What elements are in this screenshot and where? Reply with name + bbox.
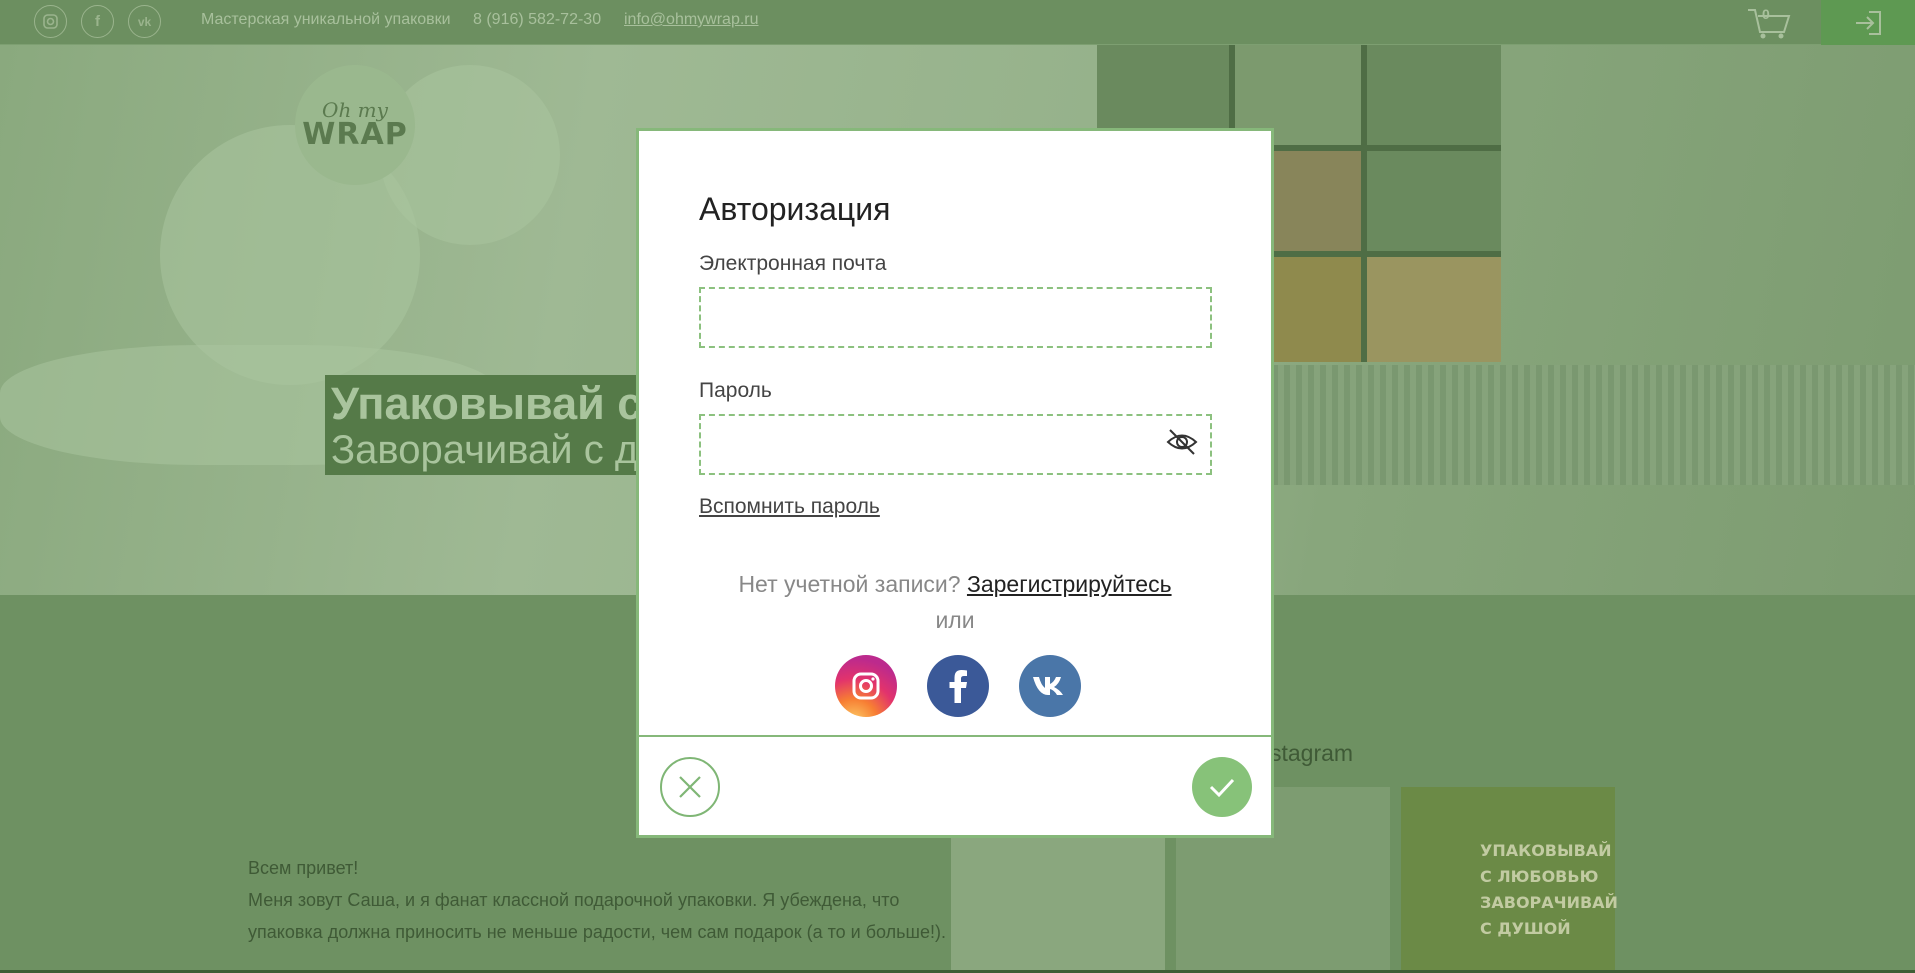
vk-icon: [1033, 677, 1063, 695]
vk-icon[interactable]: vk: [128, 5, 161, 38]
email-field[interactable]: [699, 287, 1212, 348]
email-link[interactable]: info@ohmywrap.ru: [624, 11, 759, 29]
top-bar: f vk Мастерская уникальной упаковки 8 (9…: [0, 0, 1915, 45]
instagram-icon: [852, 672, 880, 700]
modal-title: Авторизация: [699, 191, 891, 227]
register-prompt: Нет учетной записи? Зарегистрируйтесь: [639, 571, 1271, 598]
password-field[interactable]: [699, 414, 1212, 475]
tagline: Мастерская уникальной упаковки: [201, 11, 451, 28]
eye-hidden-icon[interactable]: [1165, 427, 1199, 457]
no-account-text: Нет учетной записи?: [738, 571, 961, 597]
ornament-decoration: [380, 65, 560, 245]
instagram-tile-caption: УПАКОВЫВАЙ С ЛЮБОВЬЮ ЗАВОРАЧИВАЙ С ДУШОЙ: [1480, 841, 1618, 938]
facebook-icon: [949, 670, 967, 703]
about-text: Меня зовут Саша, и я фанат классной пода…: [248, 890, 946, 942]
close-icon: [679, 776, 701, 798]
register-link[interactable]: Зарегистрируйтесь: [967, 571, 1172, 597]
logo-text-bottom: WRAP: [302, 117, 408, 152]
about-greeting: Всем привет!: [248, 858, 359, 878]
slogan-line-2: Заворачивай с д: [331, 428, 639, 472]
modal-footer: [639, 735, 1271, 835]
forgot-password-link[interactable]: Вспомнить пароль: [699, 495, 880, 519]
password-label: Пароль: [699, 379, 772, 402]
login-icon: [1856, 10, 1881, 35]
cart-count: 0: [1762, 6, 1770, 22]
auth-modal: Авторизация Электронная почта Пароль Всп…: [636, 128, 1274, 838]
slogan-line-1: Упаковывай с: [331, 378, 643, 429]
confirm-button[interactable]: [1192, 757, 1252, 817]
vk-login-button[interactable]: [1019, 655, 1081, 717]
instagram-login-button[interactable]: [835, 655, 897, 717]
checkmark-icon: [1209, 778, 1235, 798]
instagram-icon[interactable]: [34, 5, 67, 38]
hero-rug: [1200, 365, 1915, 485]
or-separator: или: [935, 607, 975, 633]
email-label: Электронная почта: [699, 252, 887, 275]
facebook-icon[interactable]: f: [81, 5, 114, 38]
cancel-button[interactable]: [660, 757, 720, 817]
about-section: Всем привет! Меня зовут Саша, и я фанат …: [248, 852, 948, 948]
instagram-section-title: stagram: [1270, 740, 1354, 766]
facebook-login-button[interactable]: [927, 655, 989, 717]
site-logo[interactable]: Oh my WRAP: [295, 65, 415, 185]
phone-number[interactable]: 8 (916) 582-72-30: [473, 11, 601, 29]
login-button[interactable]: [1821, 0, 1915, 45]
